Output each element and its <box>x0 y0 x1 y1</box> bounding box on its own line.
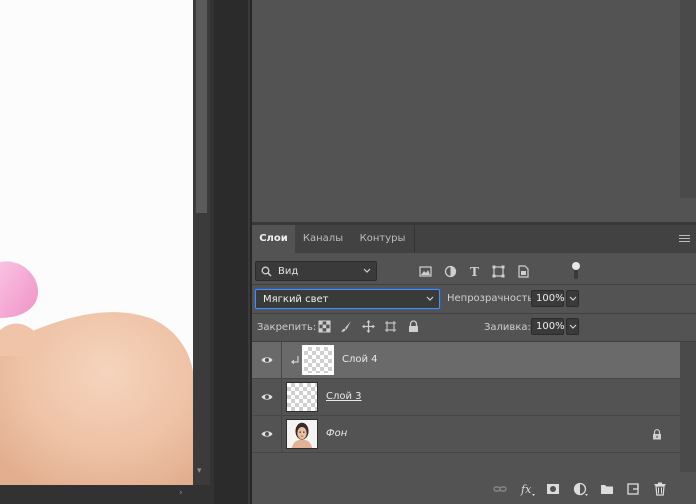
layer-thumbnail <box>286 382 318 412</box>
fill-slider-button[interactable] <box>566 318 579 335</box>
fill-input[interactable]: 100% <box>531 318 565 335</box>
fx-layer-style-icon[interactable]: fx <box>520 482 536 496</box>
adjustment-layer-icon[interactable] <box>573 482 589 496</box>
search-icon <box>261 266 272 277</box>
scroll-down-icon[interactable]: ▾ <box>197 466 202 476</box>
chevron-down-icon <box>569 324 577 329</box>
chevron-down-icon <box>363 268 371 273</box>
filter-toggle-switch[interactable] <box>570 261 582 281</box>
eye-icon[interactable] <box>261 393 273 401</box>
delete-layer-icon[interactable] <box>653 482 667 496</box>
shape-filter-icon[interactable] <box>491 264 506 279</box>
layer-row[interactable]: Слой 3 <box>252 379 680 416</box>
chevron-down-icon <box>426 296 434 301</box>
layer-kind-filter[interactable]: Вид <box>255 261 377 281</box>
portrait-thumbnail <box>286 419 318 449</box>
svg-text:fx: fx <box>520 483 532 496</box>
lock-image-pixels-icon[interactable] <box>340 320 353 333</box>
layers-scrollbar[interactable] <box>680 342 696 472</box>
layers-list: Слой 4 Слой 3 Фон <box>252 342 680 453</box>
smart-object-filter-icon[interactable] <box>516 264 531 279</box>
layer-thumbnail <box>302 345 334 375</box>
canvas-horizontal-scrollbar[interactable]: › <box>0 485 210 504</box>
hamburger-menu-icon[interactable] <box>679 233 690 244</box>
layer-row[interactable]: Фон <box>252 416 680 453</box>
lock-icon[interactable] <box>652 429 662 440</box>
scroll-right-icon[interactable]: › <box>179 488 183 498</box>
panel-dock-gutter <box>210 0 250 504</box>
layers-bottom-toolbar: fx <box>252 473 696 504</box>
layer-name[interactable]: Фон <box>326 428 347 439</box>
clipping-mask-arrow-icon <box>291 356 299 365</box>
new-group-icon[interactable] <box>600 482 614 496</box>
chevron-down-icon <box>569 296 577 301</box>
layer-row[interactable]: Слой 4 <box>252 342 680 379</box>
layers-panel: Слои Каналы Контуры Вид T Мягкий свет Не… <box>252 225 696 504</box>
upper-panel-scrollbar[interactable] <box>680 0 696 198</box>
eye-icon[interactable] <box>261 356 273 364</box>
blend-mode-value: Мягкий свет <box>263 294 329 305</box>
upper-panel-area <box>252 0 696 222</box>
opacity-input[interactable]: 100% <box>531 290 565 307</box>
layer-kind-label: Вид <box>278 266 299 277</box>
layer-name[interactable]: Слой 3 <box>326 391 362 402</box>
eye-icon[interactable] <box>261 430 273 438</box>
document-canvas[interactable] <box>0 0 193 485</box>
lock-artboard-icon[interactable] <box>384 320 397 333</box>
scrollbar-thumb[interactable] <box>196 0 207 213</box>
lock-position-icon[interactable] <box>362 320 375 333</box>
tab-channels[interactable]: Каналы <box>295 225 351 253</box>
lock-transparent-pixels-icon[interactable] <box>318 320 331 333</box>
type-filter-icon[interactable]: T <box>467 264 482 279</box>
tab-paths[interactable]: Контуры <box>351 225 415 253</box>
image-filter-icon[interactable] <box>418 264 433 279</box>
panel-tab-bar: Слои Каналы Контуры <box>252 225 696 253</box>
layer-name[interactable]: Слой 4 <box>342 354 378 365</box>
lock-all-icon[interactable] <box>407 320 420 333</box>
blend-mode-select[interactable]: Мягкий свет <box>255 289 440 309</box>
opacity-slider-button[interactable] <box>566 290 579 307</box>
adjustment-filter-icon[interactable] <box>443 264 458 279</box>
lock-label: Закрепить: <box>257 322 317 333</box>
canvas-image <box>0 261 193 485</box>
new-layer-icon[interactable] <box>626 482 640 496</box>
svg-text:T: T <box>470 265 479 279</box>
add-mask-icon[interactable] <box>546 482 560 496</box>
opacity-label: Непрозрачность: <box>447 293 537 304</box>
link-layers-icon[interactable] <box>493 482 507 496</box>
tab-layers[interactable]: Слои <box>252 225 295 253</box>
fill-label: Заливка: <box>484 322 531 333</box>
canvas-vertical-scrollbar[interactable]: ▾ <box>193 0 210 485</box>
